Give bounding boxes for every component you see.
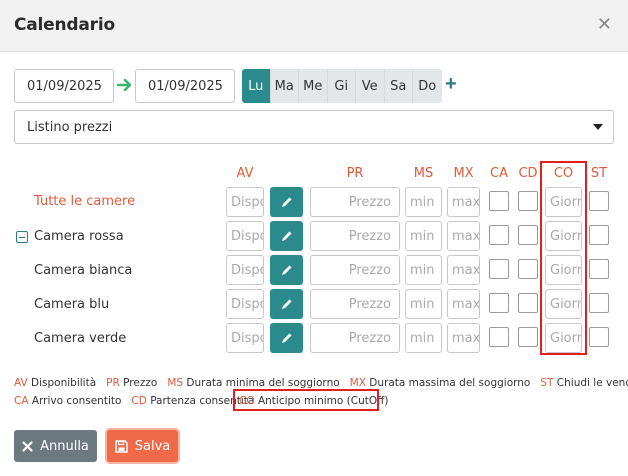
max-stay-input[interactable]: max: [447, 323, 480, 353]
arrival-checkbox[interactable]: [489, 259, 509, 279]
cancel-button[interactable]: Annulla: [14, 430, 97, 462]
legend-abbr-ca: CA: [14, 395, 29, 407]
legend-abbr-pr: PR: [106, 377, 120, 389]
price-input[interactable]: Prezzo: [310, 221, 400, 251]
price-input[interactable]: Prezzo: [310, 323, 400, 353]
edit-button[interactable]: [270, 289, 303, 319]
arrow-right-icon: [116, 78, 132, 92]
max-stay-input[interactable]: max: [447, 255, 480, 285]
dialog-title: Calendario: [14, 15, 115, 35]
legend-abbr-av: AV: [14, 377, 28, 389]
min-stay-input[interactable]: min: [405, 221, 442, 251]
dialog-header: Calendario ✕: [0, 0, 628, 52]
legend-abbr-mx: MX: [349, 377, 366, 389]
stop-sell-checkbox[interactable]: [589, 293, 609, 313]
legend-abbr-ms: MS: [167, 377, 184, 389]
max-stay-input[interactable]: max: [447, 187, 480, 217]
row-label-room: Camera bianca: [34, 263, 133, 278]
pencil-icon: [281, 299, 291, 309]
legend-text-ms: Durata minima del soggiorno: [186, 377, 340, 389]
col-header-mx: MX: [453, 166, 474, 181]
weekday-me[interactable]: Me: [299, 69, 328, 103]
pencil-icon: [281, 197, 291, 207]
date-from-input[interactable]: 01/09/2025: [14, 69, 114, 103]
availability-input[interactable]: Dispo: [226, 187, 264, 217]
cutoff-column-highlight: [540, 161, 587, 355]
arrival-checkbox[interactable]: [489, 225, 509, 245]
weekday-selector: Lu Ma Me Gi Ve Sa Do: [242, 69, 442, 103]
pencil-icon: [281, 265, 291, 275]
edit-button[interactable]: [270, 187, 303, 217]
arrival-checkbox[interactable]: [489, 293, 509, 313]
availability-input[interactable]: Dispo: [226, 289, 264, 319]
col-header-av: AV: [236, 166, 254, 181]
close-icon[interactable]: ✕: [597, 15, 612, 33]
col-header-ca: CA: [490, 166, 508, 181]
legend-line-1: AV Disponibilità PR Prezzo MS Durata min…: [14, 377, 628, 389]
price-list-selected: Listino prezzi: [27, 119, 113, 135]
col-header-st: ST: [590, 166, 608, 181]
price-list-select[interactable]: Listino prezzi: [14, 110, 614, 144]
close-icon: [22, 440, 33, 452]
legend-abbr-cd: CD: [131, 395, 147, 407]
weekday-gi[interactable]: Gi: [327, 69, 356, 103]
edit-button[interactable]: [270, 323, 303, 353]
floppy-disk-icon: [115, 439, 128, 453]
cutoff-legend-highlight: [233, 389, 379, 411]
departure-checkbox[interactable]: [518, 327, 538, 347]
legend-text-av: Disponibilità: [31, 377, 97, 389]
availability-input[interactable]: Dispo: [226, 221, 264, 251]
legend-text-pr: Prezzo: [123, 377, 158, 389]
min-stay-input[interactable]: min: [405, 255, 442, 285]
row-label-all-rooms: Tutte le camere: [34, 194, 136, 209]
availability-input[interactable]: Dispo: [226, 255, 264, 285]
legend-text-st: Chiudi le vendite: [556, 377, 628, 389]
col-header-pr: PR: [346, 166, 364, 181]
stop-sell-checkbox[interactable]: [589, 225, 609, 245]
departure-checkbox[interactable]: [518, 259, 538, 279]
save-button[interactable]: Salva: [107, 430, 178, 462]
weekday-sa[interactable]: Sa: [384, 69, 413, 103]
legend-line-2: CA Arrivo consentito CD Partenza consent…: [14, 395, 254, 407]
departure-checkbox[interactable]: [518, 225, 538, 245]
edit-button[interactable]: [270, 221, 303, 251]
pencil-icon: [281, 333, 291, 343]
min-stay-input[interactable]: min: [405, 289, 442, 319]
departure-checkbox[interactable]: [518, 293, 538, 313]
save-button-label: Salva: [134, 438, 171, 454]
weekday-lu[interactable]: Lu: [242, 69, 271, 103]
legend-text-mx: Durata massima del soggiorno: [369, 377, 531, 389]
price-input[interactable]: Prezzo: [310, 187, 400, 217]
stop-sell-checkbox[interactable]: [589, 191, 609, 211]
row-label-room: Camera blu: [34, 297, 110, 312]
edit-button[interactable]: [270, 255, 303, 285]
legend-text-ca: Arrivo consentito: [31, 395, 122, 407]
max-stay-input[interactable]: max: [447, 221, 480, 251]
add-date-range-icon[interactable]: +: [445, 74, 457, 94]
date-to-input[interactable]: 01/09/2025: [135, 69, 235, 103]
arrival-checkbox[interactable]: [489, 191, 509, 211]
max-stay-input[interactable]: max: [447, 289, 480, 319]
col-header-cd: CD: [518, 166, 538, 181]
arrival-checkbox[interactable]: [489, 327, 509, 347]
cancel-button-label: Annulla: [40, 438, 89, 454]
legend-abbr-st: ST: [540, 377, 554, 389]
min-stay-input[interactable]: min: [405, 323, 442, 353]
price-input[interactable]: Prezzo: [310, 255, 400, 285]
col-header-ms: MS: [413, 166, 434, 181]
caret-down-icon: [593, 124, 603, 130]
min-stay-input[interactable]: min: [405, 187, 442, 217]
weekday-ma[interactable]: Ma: [270, 69, 299, 103]
row-label-room: Camera verde: [34, 331, 127, 346]
pencil-icon: [281, 231, 291, 241]
row-label-room: Camera rossa: [34, 229, 124, 244]
stop-sell-checkbox[interactable]: [589, 259, 609, 279]
availability-input[interactable]: Dispo: [226, 323, 264, 353]
price-input[interactable]: Prezzo: [310, 289, 400, 319]
departure-checkbox[interactable]: [518, 191, 538, 211]
stop-sell-checkbox[interactable]: [589, 327, 609, 347]
weekday-ve[interactable]: Ve: [356, 69, 385, 103]
collapse-icon[interactable]: [16, 231, 28, 243]
weekday-do[interactable]: Do: [413, 69, 442, 103]
